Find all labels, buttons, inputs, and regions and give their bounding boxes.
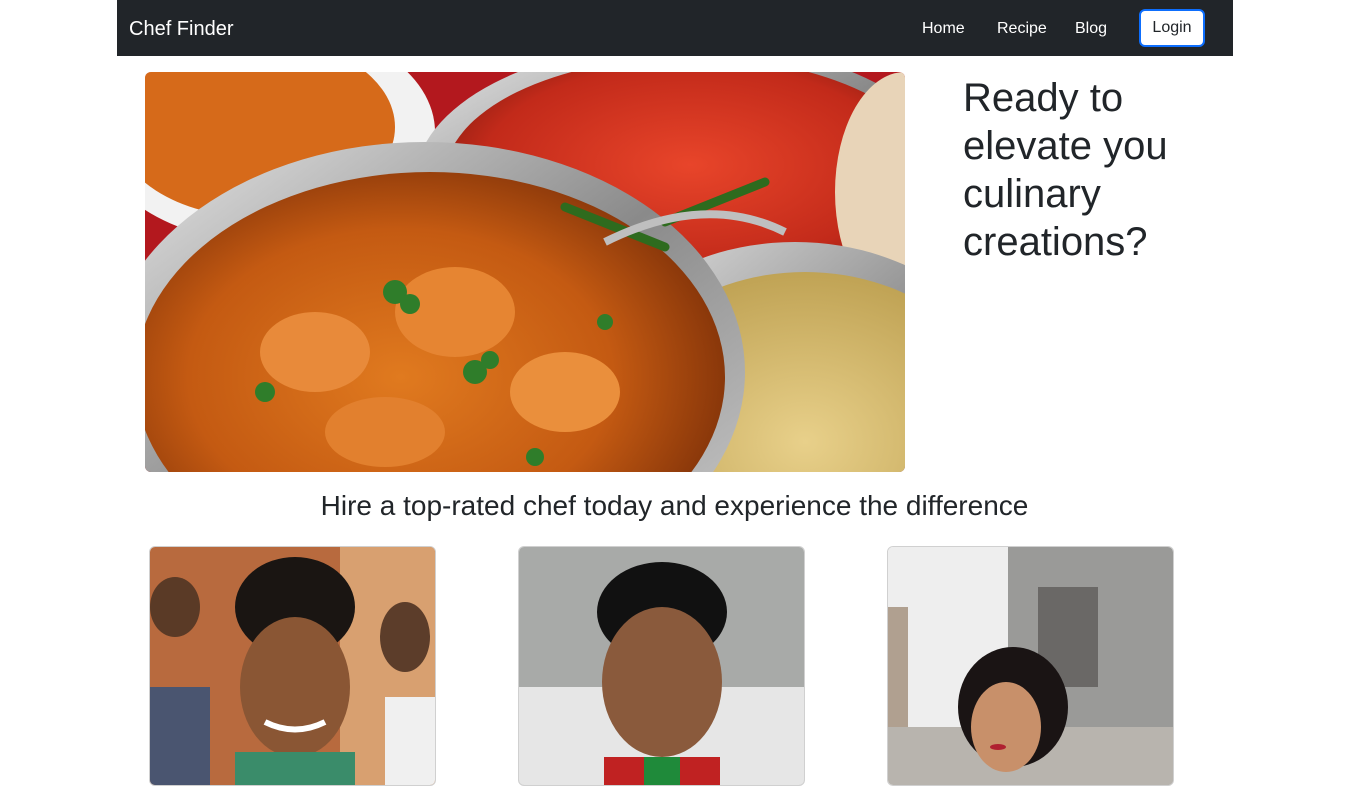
chef-card-2[interactable] (518, 546, 805, 786)
nav-recipe-link[interactable]: Recipe (997, 19, 1047, 39)
chef-photo-woman (150, 547, 435, 785)
hero-food-image (145, 72, 905, 472)
nav-blog-link[interactable]: Blog (1075, 19, 1107, 39)
chef-card-3[interactable] (887, 546, 1174, 786)
chef-card-1[interactable] (149, 546, 436, 786)
hero-heading: Ready to elevate you culinary creations? (963, 76, 1168, 264)
nav-home-link[interactable]: Home (922, 19, 965, 39)
navbar: Chef Finder Home Recipe Blog Login (117, 0, 1233, 56)
login-button[interactable]: Login (1139, 9, 1205, 47)
chef-photo-man (519, 547, 804, 785)
nav-links: Home Recipe Blog Login (117, 0, 1233, 56)
tagline: Hire a top-rated chef today and experien… (320, 490, 1029, 521)
chef-photo-woman-outdoor (888, 547, 1173, 785)
